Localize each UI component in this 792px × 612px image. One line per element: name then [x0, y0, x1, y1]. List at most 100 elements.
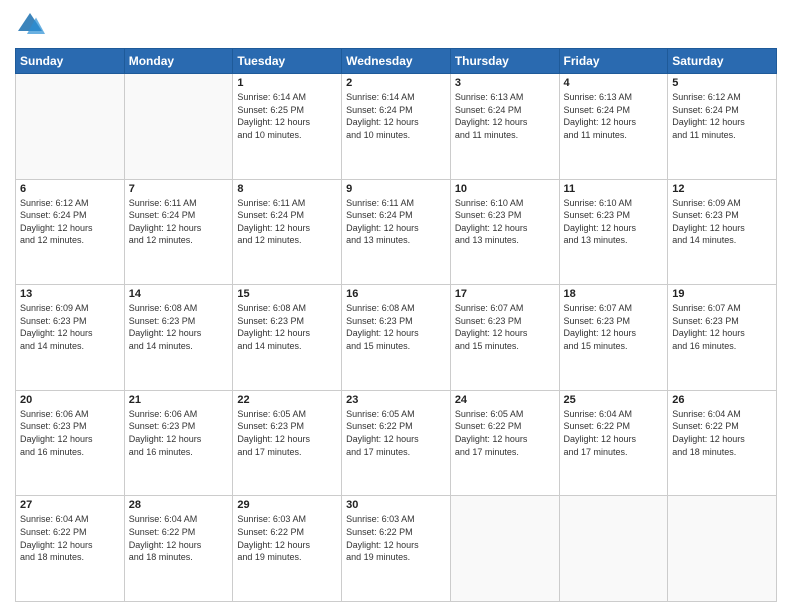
day-detail: Sunrise: 6:08 AM Sunset: 6:23 PM Dayligh… — [346, 302, 446, 352]
day-detail: Sunrise: 6:12 AM Sunset: 6:24 PM Dayligh… — [672, 91, 772, 141]
calendar-cell: 13Sunrise: 6:09 AM Sunset: 6:23 PM Dayli… — [16, 285, 125, 391]
day-detail: Sunrise: 6:14 AM Sunset: 6:24 PM Dayligh… — [346, 91, 446, 141]
day-detail: Sunrise: 6:03 AM Sunset: 6:22 PM Dayligh… — [346, 513, 446, 563]
day-detail: Sunrise: 6:10 AM Sunset: 6:23 PM Dayligh… — [564, 197, 664, 247]
calendar-cell: 23 Sunrise: 6:05 AM Sunset: 6:22 PM Dayli… — [342, 390, 451, 496]
day-detail: Sunrise: 6:13 AM Sunset: 6:24 PM Dayligh… — [455, 91, 555, 141]
day-number: 9 — [346, 183, 446, 195]
calendar-week-row: 6Sunrise: 6:12 AM Sunset: 6:24 PM Daylig… — [16, 179, 777, 285]
day-number: 7 — [129, 183, 229, 195]
calendar-cell: 30 Sunrise: 6:03 AM Sunset: 6:22 PM Dayli… — [342, 496, 451, 602]
col-header-tuesday: Tuesday — [233, 49, 342, 74]
col-header-wednesday: Wednesday — [342, 49, 451, 74]
day-number: 22 — [237, 394, 337, 406]
day-detail: Sunrise: 6:11 AM Sunset: 6:24 PM Dayligh… — [129, 197, 229, 247]
calendar-cell — [124, 74, 233, 180]
day-number: 4 — [564, 77, 664, 89]
calendar-cell: 14 Sunrise: 6:08 AM Sunset: 6:23 PM Dayli… — [124, 285, 233, 391]
day-detail: Sunrise: 6:14 AM Sunset: 6:25 PM Dayligh… — [237, 91, 337, 141]
day-detail: Sunrise: 6:03 AM Sunset: 6:22 PM Dayligh… — [237, 513, 337, 563]
header — [15, 10, 777, 40]
day-number: 15 — [237, 288, 337, 300]
calendar-cell: 11 Sunrise: 6:10 AM Sunset: 6:23 PM Dayli… — [559, 179, 668, 285]
calendar-cell: 12 Sunrise: 6:09 AM Sunset: 6:23 PM Dayli… — [668, 179, 777, 285]
col-header-thursday: Thursday — [450, 49, 559, 74]
day-detail: Sunrise: 6:08 AM Sunset: 6:23 PM Dayligh… — [237, 302, 337, 352]
col-header-saturday: Saturday — [668, 49, 777, 74]
day-detail: Sunrise: 6:11 AM Sunset: 6:24 PM Dayligh… — [237, 197, 337, 247]
calendar-cell: 1Sunrise: 6:14 AM Sunset: 6:25 PM Daylig… — [233, 74, 342, 180]
day-detail: Sunrise: 6:07 AM Sunset: 6:23 PM Dayligh… — [672, 302, 772, 352]
day-detail: Sunrise: 6:06 AM Sunset: 6:23 PM Dayligh… — [129, 408, 229, 458]
calendar-cell: 2 Sunrise: 6:14 AM Sunset: 6:24 PM Daylig… — [342, 74, 451, 180]
day-detail: Sunrise: 6:04 AM Sunset: 6:22 PM Dayligh… — [672, 408, 772, 458]
calendar-cell — [668, 496, 777, 602]
day-number: 30 — [346, 499, 446, 511]
calendar-cell: 6Sunrise: 6:12 AM Sunset: 6:24 PM Daylig… — [16, 179, 125, 285]
day-number: 26 — [672, 394, 772, 406]
calendar-cell: 24 Sunrise: 6:05 AM Sunset: 6:22 PM Dayli… — [450, 390, 559, 496]
calendar-table: SundayMondayTuesdayWednesdayThursdayFrid… — [15, 48, 777, 602]
day-number: 19 — [672, 288, 772, 300]
col-header-sunday: Sunday — [16, 49, 125, 74]
day-number: 2 — [346, 77, 446, 89]
calendar-cell: 20 Sunrise: 6:06 AM Sunset: 6:23 PM Dayli… — [16, 390, 125, 496]
calendar-cell: 28 Sunrise: 6:04 AM Sunset: 6:22 PM Dayli… — [124, 496, 233, 602]
col-header-monday: Monday — [124, 49, 233, 74]
day-number: 27 — [20, 499, 120, 511]
day-number: 17 — [455, 288, 555, 300]
calendar-cell: 18 Sunrise: 6:07 AM Sunset: 6:23 PM Dayli… — [559, 285, 668, 391]
calendar-week-row: 20 Sunrise: 6:06 AM Sunset: 6:23 PM Dayli… — [16, 390, 777, 496]
day-detail: Sunrise: 6:05 AM Sunset: 6:22 PM Dayligh… — [455, 408, 555, 458]
calendar-week-row: 13Sunrise: 6:09 AM Sunset: 6:23 PM Dayli… — [16, 285, 777, 391]
day-number: 24 — [455, 394, 555, 406]
page: SundayMondayTuesdayWednesdayThursdayFrid… — [0, 0, 792, 612]
calendar-cell — [16, 74, 125, 180]
day-number: 23 — [346, 394, 446, 406]
day-detail: Sunrise: 6:13 AM Sunset: 6:24 PM Dayligh… — [564, 91, 664, 141]
calendar-cell: 16 Sunrise: 6:08 AM Sunset: 6:23 PM Dayli… — [342, 285, 451, 391]
day-detail: Sunrise: 6:09 AM Sunset: 6:23 PM Dayligh… — [672, 197, 772, 247]
logo-icon — [15, 10, 45, 40]
calendar-cell: 7 Sunrise: 6:11 AM Sunset: 6:24 PM Daylig… — [124, 179, 233, 285]
day-detail: Sunrise: 6:04 AM Sunset: 6:22 PM Dayligh… — [20, 513, 120, 563]
day-detail: Sunrise: 6:07 AM Sunset: 6:23 PM Dayligh… — [455, 302, 555, 352]
day-number: 28 — [129, 499, 229, 511]
day-detail: Sunrise: 6:11 AM Sunset: 6:24 PM Dayligh… — [346, 197, 446, 247]
logo — [15, 10, 49, 40]
day-detail: Sunrise: 6:04 AM Sunset: 6:22 PM Dayligh… — [129, 513, 229, 563]
day-detail: Sunrise: 6:09 AM Sunset: 6:23 PM Dayligh… — [20, 302, 120, 352]
day-number: 25 — [564, 394, 664, 406]
day-detail: Sunrise: 6:06 AM Sunset: 6:23 PM Dayligh… — [20, 408, 120, 458]
calendar-cell: 27 Sunrise: 6:04 AM Sunset: 6:22 PM Dayli… — [16, 496, 125, 602]
day-detail: Sunrise: 6:08 AM Sunset: 6:23 PM Dayligh… — [129, 302, 229, 352]
calendar-header-row: SundayMondayTuesdayWednesdayThursdayFrid… — [16, 49, 777, 74]
day-number: 29 — [237, 499, 337, 511]
day-number: 14 — [129, 288, 229, 300]
calendar-cell: 25Sunrise: 6:04 AM Sunset: 6:22 PM Dayli… — [559, 390, 668, 496]
day-number: 12 — [672, 183, 772, 195]
day-detail: Sunrise: 6:07 AM Sunset: 6:23 PM Dayligh… — [564, 302, 664, 352]
day-detail: Sunrise: 6:05 AM Sunset: 6:22 PM Dayligh… — [346, 408, 446, 458]
day-number: 8 — [237, 183, 337, 195]
calendar-cell — [450, 496, 559, 602]
day-number: 18 — [564, 288, 664, 300]
day-number: 11 — [564, 183, 664, 195]
calendar-week-row: 1Sunrise: 6:14 AM Sunset: 6:25 PM Daylig… — [16, 74, 777, 180]
calendar-cell: 8 Sunrise: 6:11 AM Sunset: 6:24 PM Daylig… — [233, 179, 342, 285]
calendar-cell: 26 Sunrise: 6:04 AM Sunset: 6:22 PM Dayli… — [668, 390, 777, 496]
calendar-week-row: 27 Sunrise: 6:04 AM Sunset: 6:22 PM Dayli… — [16, 496, 777, 602]
day-detail: Sunrise: 6:12 AM Sunset: 6:24 PM Dayligh… — [20, 197, 120, 247]
day-detail: Sunrise: 6:10 AM Sunset: 6:23 PM Dayligh… — [455, 197, 555, 247]
day-number: 20 — [20, 394, 120, 406]
day-number: 16 — [346, 288, 446, 300]
day-number: 10 — [455, 183, 555, 195]
calendar-cell: 22Sunrise: 6:05 AM Sunset: 6:23 PM Dayli… — [233, 390, 342, 496]
day-number: 3 — [455, 77, 555, 89]
calendar-cell: 4 Sunrise: 6:13 AM Sunset: 6:24 PM Daylig… — [559, 74, 668, 180]
calendar-cell: 21 Sunrise: 6:06 AM Sunset: 6:23 PM Dayli… — [124, 390, 233, 496]
day-number: 21 — [129, 394, 229, 406]
calendar-cell: 17 Sunrise: 6:07 AM Sunset: 6:23 PM Dayli… — [450, 285, 559, 391]
calendar-cell: 10 Sunrise: 6:10 AM Sunset: 6:23 PM Dayli… — [450, 179, 559, 285]
calendar-cell: 3 Sunrise: 6:13 AM Sunset: 6:24 PM Daylig… — [450, 74, 559, 180]
